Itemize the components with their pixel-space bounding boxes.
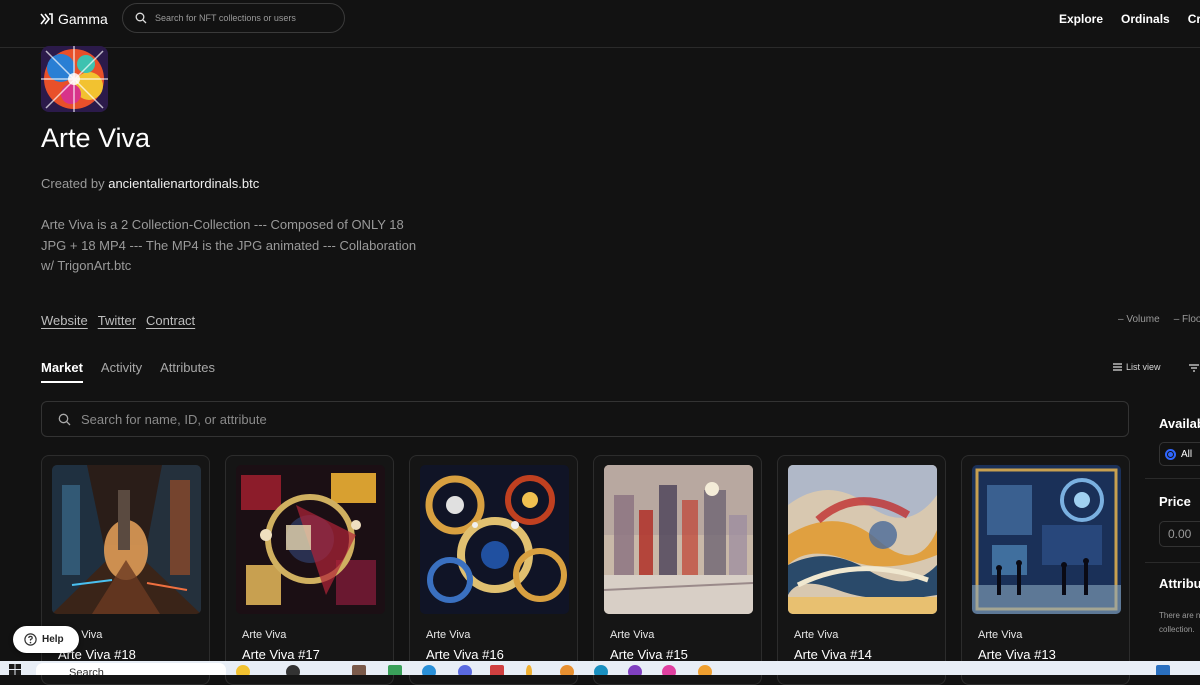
collection-description: Arte Viva is a 2 Collection-Collection -… xyxy=(41,217,417,273)
availability-heading: Availab xyxy=(1159,416,1200,431)
nft-collection-name: Arte Viva xyxy=(242,629,287,641)
item-search-box[interactable] xyxy=(41,401,1129,437)
price-min-input[interactable]: 0.00 xyxy=(1159,521,1200,547)
nft-collection-name: Arte Viva xyxy=(610,629,655,641)
taskbar-app-icon[interactable] xyxy=(1156,665,1170,675)
taskbar-app-icon[interactable] xyxy=(526,665,532,675)
divider xyxy=(1145,478,1200,479)
nft-card[interactable]: Arte Viva Arte Viva #17 xyxy=(225,455,394,685)
contract-link[interactable]: Contract xyxy=(146,313,195,328)
created-by-label: Created by xyxy=(41,176,105,191)
os-taskbar: Search xyxy=(0,661,1200,675)
nft-collection-name: Arte Viva xyxy=(426,629,471,641)
availability-all-label: All xyxy=(1181,448,1193,460)
creator-link[interactable]: ancientalienartordinals.btc xyxy=(108,176,259,191)
taskbar-app-icon[interactable] xyxy=(286,665,300,675)
nav-search-input[interactable] xyxy=(155,13,325,23)
nav-links: Explore Ordinals Creat xyxy=(1059,12,1200,26)
nav-ordinals-link[interactable]: Ordinals xyxy=(1121,12,1170,26)
nft-image xyxy=(788,465,937,614)
nft-image xyxy=(972,465,1121,614)
taskbar-search[interactable]: Search xyxy=(36,663,226,675)
nft-image xyxy=(236,465,385,614)
collection-avatar xyxy=(41,46,108,112)
nft-image xyxy=(604,465,753,614)
nav-explore-link[interactable]: Explore xyxy=(1059,12,1103,26)
question-circle-icon xyxy=(24,633,37,646)
nft-card[interactable]: Arte Viva Arte Viva #13 xyxy=(961,455,1130,685)
nft-image xyxy=(420,465,569,614)
attributes-heading: Attribu xyxy=(1159,576,1200,591)
nft-name: Arte Viva #14 xyxy=(794,647,872,662)
volume-stat: – Volume xyxy=(1118,314,1160,325)
nft-card[interactable]: Arte Viva Arte Viva #14 xyxy=(777,455,946,685)
website-link[interactable]: Website xyxy=(41,313,88,328)
list-icon xyxy=(1113,363,1122,371)
logo-text: Gamma xyxy=(58,11,108,27)
taskbar-search-label: Search xyxy=(69,667,104,675)
nft-collection-name: Arte Viva xyxy=(794,629,839,641)
twitter-link[interactable]: Twitter xyxy=(98,313,136,328)
taskbar-app-icon[interactable] xyxy=(458,665,472,675)
taskbar-app-icon[interactable] xyxy=(560,665,574,675)
divider xyxy=(1145,562,1200,563)
list-view-label: List view xyxy=(1126,362,1161,372)
taskbar-app-icon[interactable] xyxy=(422,665,436,675)
created-by: Created by ancientalienartordinals.btc xyxy=(41,176,259,191)
availability-all-option[interactable]: All xyxy=(1159,442,1200,466)
floor-stat: – Floo xyxy=(1173,314,1200,325)
tab-market[interactable]: Market xyxy=(41,360,83,383)
top-nav: Gamma Explore Ordinals Creat xyxy=(0,0,1200,48)
search-icon xyxy=(58,413,71,425)
taskbar-app-icon[interactable] xyxy=(352,665,366,675)
radio-selected-icon xyxy=(1165,448,1176,460)
help-button[interactable]: Help xyxy=(13,626,79,653)
attributes-note: There are n collection. xyxy=(1159,611,1200,634)
help-label: Help xyxy=(42,634,64,645)
price-heading: Price xyxy=(1159,494,1191,509)
nft-collection-name: Arte Viva xyxy=(978,629,1023,641)
nft-card[interactable]: Arte Viva Arte Viva #16 xyxy=(409,455,578,685)
item-search-input[interactable] xyxy=(81,411,981,427)
gamma-logo[interactable]: Gamma xyxy=(40,11,108,27)
search-icon xyxy=(135,12,147,24)
collection-links: Website Twitter Contract xyxy=(41,313,195,328)
collection-tabs: Market Activity Attributes xyxy=(41,360,215,383)
nft-name: Arte Viva #17 xyxy=(242,647,320,662)
collection-stats: – Volume – Floo xyxy=(1118,314,1200,325)
taskbar-app-icon[interactable] xyxy=(388,665,402,675)
taskbar-app-icon[interactable] xyxy=(236,665,250,675)
nft-image xyxy=(52,465,201,614)
tab-activity[interactable]: Activity xyxy=(101,360,142,383)
taskbar-app-icon[interactable] xyxy=(698,665,712,675)
filter-icon[interactable] xyxy=(1189,364,1199,372)
nav-search-box[interactable] xyxy=(122,3,345,33)
gamma-logo-icon xyxy=(40,13,53,25)
nft-grid: Arte Viva Arte Viva #18 Arte Viva Arte V… xyxy=(41,455,1130,685)
taskbar-app-icon[interactable] xyxy=(628,665,642,675)
nft-card[interactable]: Arte Viva Arte Viva #15 xyxy=(593,455,762,685)
list-view-toggle[interactable]: List view xyxy=(1113,362,1161,372)
taskbar-app-icon[interactable] xyxy=(490,665,504,675)
nft-name: Arte Viva #15 xyxy=(610,647,688,662)
tab-attributes[interactable]: Attributes xyxy=(160,360,215,383)
taskbar-app-icon[interactable] xyxy=(662,665,676,675)
nft-name: Arte Viva #16 xyxy=(426,647,504,662)
collection-title: Arte Viva xyxy=(41,123,151,153)
nav-create-link[interactable]: Creat xyxy=(1188,12,1200,26)
windows-start-icon[interactable] xyxy=(9,664,21,675)
nft-name: Arte Viva #13 xyxy=(978,647,1056,662)
taskbar-app-icon[interactable] xyxy=(594,665,608,675)
